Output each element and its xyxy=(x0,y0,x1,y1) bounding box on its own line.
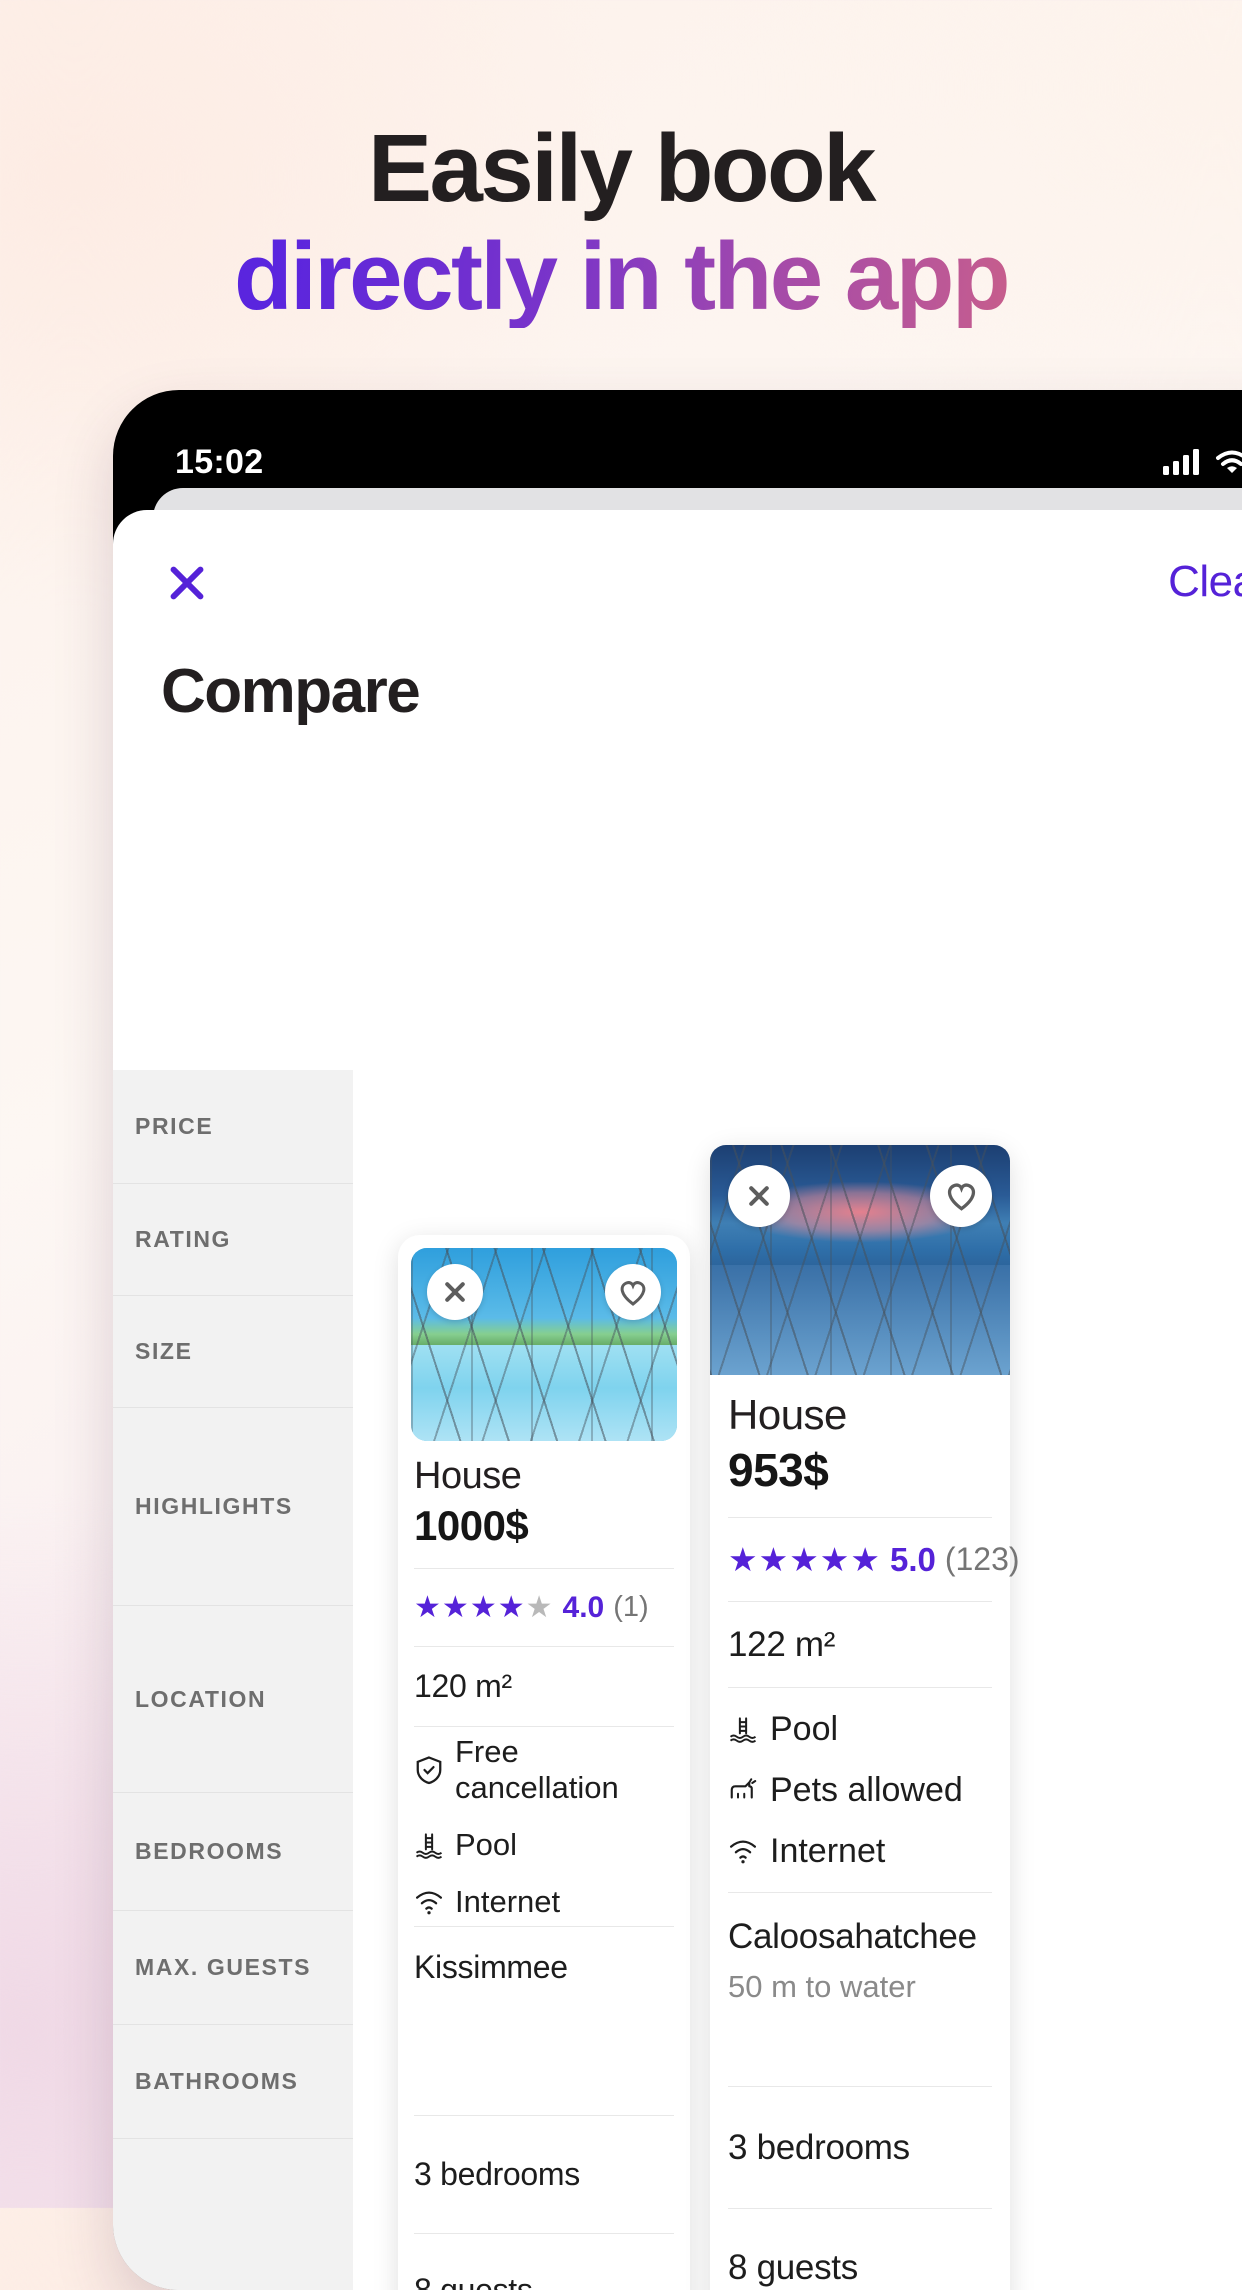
card-row-guests: 8 guests xyxy=(414,2233,674,2290)
heart-outline-icon xyxy=(620,1280,646,1306)
row-label-rating: RATING xyxy=(113,1184,353,1296)
clear-all-button[interactable]: Clear all xyxy=(1168,557,1242,607)
rating-value: 4.0 xyxy=(562,1590,605,1624)
comparison-card[interactable]: House 953$ ★ ★ ★ ★ ★ 5.0 (123) 122 m² Po… xyxy=(710,1145,1020,2290)
shield-check-icon xyxy=(416,1755,442,1784)
sheet-header: Clear all xyxy=(113,510,1242,608)
pool-ladder-icon xyxy=(415,1832,443,1859)
card-row-highlights: Pool Pets allowed Internet xyxy=(728,1687,992,1892)
headline-line-1: Easily book xyxy=(367,115,877,222)
favorite-button[interactable] xyxy=(930,1165,992,1227)
highlight-item: Pool xyxy=(728,1710,838,1749)
highlight-item: Free cancellation xyxy=(414,1734,674,1806)
wifi-icon xyxy=(1216,450,1242,473)
highlight-label: Free cancellation xyxy=(455,1733,619,1805)
rating-count: (123) xyxy=(944,1541,1020,1577)
highlight-item: Internet xyxy=(414,1884,560,1920)
rating-count: (1) xyxy=(613,1591,649,1623)
close-icon xyxy=(746,1183,772,1209)
card-row-highlights: Free cancellation Pool Internet xyxy=(414,1726,674,1926)
pool-ladder-icon xyxy=(729,1717,757,1743)
card-row-size: 120 m² xyxy=(414,1646,674,1726)
property-price: 1000$ xyxy=(414,1502,529,1549)
card-row-size: 122 m² xyxy=(728,1601,992,1687)
property-bedrooms: 3 bedrooms xyxy=(728,2127,910,2167)
heart-outline-icon xyxy=(947,1183,975,1211)
favorite-button[interactable] xyxy=(605,1264,661,1320)
highlight-label: Pets allowed xyxy=(770,1770,963,1809)
property-location-sub: 50 m to water xyxy=(728,1969,916,2004)
card-row-rating: ★ ★ ★ ★ ★ 4.0 (1) xyxy=(414,1568,674,1646)
remove-from-compare-button[interactable] xyxy=(728,1165,790,1227)
property-price: 953$ xyxy=(728,1444,829,1496)
card-row-bedrooms: 3 bedrooms xyxy=(728,2086,992,2208)
pet-dog-icon xyxy=(730,1778,757,1799)
compare-sheet: Clear all Compare PRICE RATING SIZE HIGH… xyxy=(113,510,1242,2290)
property-guests: 8 guests xyxy=(728,2247,858,2287)
marketing-headline: Easily book directly in the app xyxy=(0,118,1242,328)
headline-line-2: directly in the app xyxy=(0,225,1242,328)
property-photo[interactable] xyxy=(411,1248,677,1441)
row-label-max-guests: MAX. GUESTS xyxy=(113,1911,353,2025)
property-type: House xyxy=(728,1391,847,1438)
property-photo[interactable] xyxy=(710,1145,1010,1375)
highlight-item: Pets allowed xyxy=(728,1771,963,1810)
page-title: Compare xyxy=(161,657,421,726)
status-bar-icons xyxy=(1163,449,1242,475)
highlight-label: Pool xyxy=(770,1709,839,1748)
wifi-icon xyxy=(416,1891,442,1914)
status-bar: 15:02 xyxy=(113,390,1242,498)
card-row-location: Caloosahatchee 50 m to water xyxy=(728,1892,992,2086)
row-label-price: PRICE xyxy=(113,1070,353,1184)
property-bedrooms: 3 bedrooms xyxy=(414,2156,580,2192)
property-location: Kissimmee xyxy=(414,1949,568,1985)
status-bar-time: 15:02 xyxy=(175,442,264,481)
comparison-table: PRICE RATING SIZE HIGHLIGHTS LOCATION BE… xyxy=(113,1070,1242,2290)
phone-mockup: 15:02 Clear all Compare PRICE RATING SIZ… xyxy=(113,390,1242,2290)
highlight-label: Pool xyxy=(455,1826,518,1862)
card-row-guests: 8 guests xyxy=(728,2208,992,2290)
property-size: 122 m² xyxy=(728,1624,836,1664)
highlight-label: Internet xyxy=(455,1883,561,1919)
card-row-bedrooms: 3 bedrooms xyxy=(414,2115,674,2233)
highlight-item: Internet xyxy=(728,1832,885,1871)
row-label-location: LOCATION xyxy=(113,1606,353,1793)
property-type: House xyxy=(414,1455,522,1497)
cellular-bars-icon xyxy=(1163,449,1199,475)
close-icon xyxy=(442,1279,468,1305)
remove-from-compare-button[interactable] xyxy=(427,1264,483,1320)
star-rating: ★ ★ ★ ★ ★ xyxy=(414,1590,553,1624)
star-rating: ★ ★ ★ ★ ★ xyxy=(728,1541,880,1578)
row-label-highlights: HIGHLIGHTS xyxy=(113,1408,353,1606)
property-size: 120 m² xyxy=(414,1668,512,1704)
row-label-bedrooms: BEDROOMS xyxy=(113,1793,353,1911)
card-row-rating: ★ ★ ★ ★ ★ 5.0 (123) xyxy=(728,1517,1020,1601)
comparison-card[interactable]: House 1000$ ★ ★ ★ ★ ★ 4.0 (1) 120 m² Fre… xyxy=(398,1235,690,2290)
row-label-bathrooms: BATHROOMS xyxy=(113,2025,353,2139)
highlight-item: Pool xyxy=(414,1827,517,1863)
property-guests: 8 guests xyxy=(414,2272,533,2290)
row-label-size: SIZE xyxy=(113,1296,353,1408)
close-icon[interactable] xyxy=(161,556,213,608)
wifi-icon xyxy=(730,1840,756,1864)
comparison-row-labels: PRICE RATING SIZE HIGHLIGHTS LOCATION BE… xyxy=(113,1070,353,2290)
rating-value: 5.0 xyxy=(889,1540,936,1578)
highlight-label: Internet xyxy=(770,1831,886,1870)
card-row-location: Kissimmee xyxy=(414,1926,674,2115)
property-location: Caloosahatchee xyxy=(728,1917,977,1956)
